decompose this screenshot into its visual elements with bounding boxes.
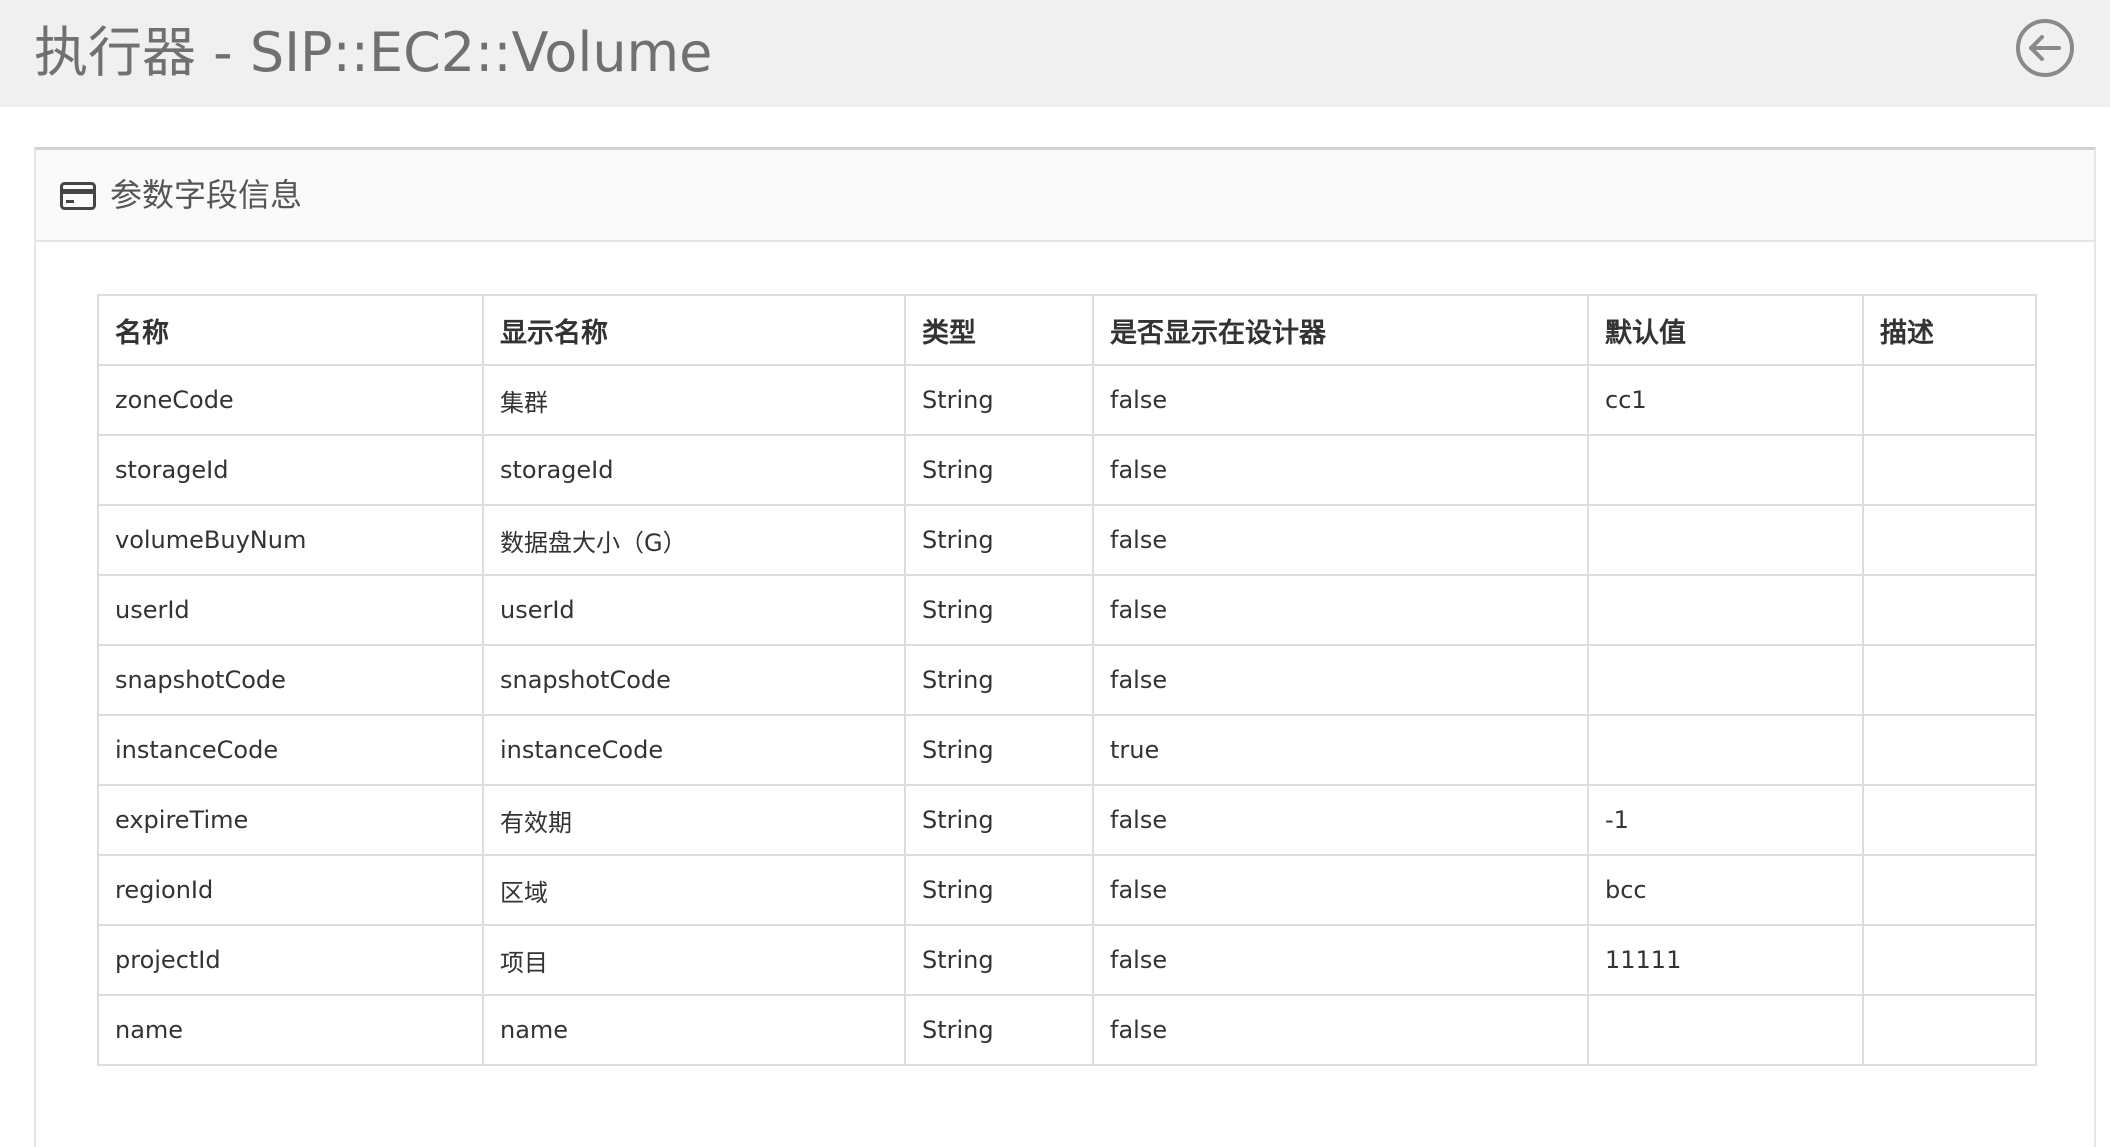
cell-default-value — [1587, 994, 1864, 1066]
arrow-left-circle-icon — [2016, 19, 2074, 77]
cell-display-name: instanceCode — [482, 714, 906, 786]
cell-description — [1862, 434, 2037, 506]
column-header-type: 类型 — [904, 294, 1094, 366]
cell-description — [1862, 924, 2037, 996]
column-header-description: 描述 — [1862, 294, 2037, 366]
cell-default-value: 11111 — [1587, 924, 1864, 996]
params-table: 名称 显示名称 类型 是否显示在设计器 默认值 描述 zoneCode 集群 S… — [97, 294, 2037, 1066]
cell-description — [1862, 504, 2037, 576]
cell-show-in-designer: false — [1092, 434, 1589, 506]
cell-name: regionId — [97, 854, 484, 926]
cell-default-value: cc1 — [1587, 364, 1864, 436]
cell-default-value — [1587, 504, 1864, 576]
cell-type: String — [904, 784, 1094, 856]
cell-display-name: 项目 — [482, 924, 906, 996]
cell-show-in-designer: true — [1092, 714, 1589, 786]
column-header-default-value: 默认值 — [1587, 294, 1864, 366]
table-row: volumeBuyNum 数据盘大小（G） String false — [97, 504, 2037, 576]
cell-show-in-designer: false — [1092, 994, 1589, 1066]
cell-type: String — [904, 854, 1094, 926]
cell-description — [1862, 714, 2037, 786]
cell-default-value: bcc — [1587, 854, 1864, 926]
cell-type: String — [904, 994, 1094, 1066]
cell-display-name: name — [482, 994, 906, 1066]
table-row: snapshotCode snapshotCode String false — [97, 644, 2037, 716]
cell-name: storageId — [97, 434, 484, 506]
table-row: zoneCode 集群 String false cc1 — [97, 364, 2037, 436]
cell-show-in-designer: false — [1092, 854, 1589, 926]
credit-card-icon — [60, 182, 96, 210]
table-row: regionId 区域 String false bcc — [97, 854, 2037, 926]
cell-default-value — [1587, 714, 1864, 786]
table-row: expireTime 有效期 String false -1 — [97, 784, 2037, 856]
cell-type: String — [904, 574, 1094, 646]
cell-display-name: storageId — [482, 434, 906, 506]
cell-type: String — [904, 434, 1094, 506]
cell-description — [1862, 784, 2037, 856]
cell-show-in-designer: false — [1092, 574, 1589, 646]
cell-show-in-designer: false — [1092, 504, 1589, 576]
cell-type: String — [904, 364, 1094, 436]
cell-display-name: 数据盘大小（G） — [482, 504, 906, 576]
cell-type: String — [904, 504, 1094, 576]
cell-type: String — [904, 924, 1094, 996]
cell-name: zoneCode — [97, 364, 484, 436]
table-row: userId userId String false — [97, 574, 2037, 646]
cell-display-name: 有效期 — [482, 784, 906, 856]
panel-title: 参数字段信息 — [110, 176, 303, 214]
page-title: 执行器 - SIP::EC2::Volume — [34, 21, 713, 84]
cell-name: instanceCode — [97, 714, 484, 786]
cell-name: snapshotCode — [97, 644, 484, 716]
cell-display-name: snapshotCode — [482, 644, 906, 716]
cell-name: name — [97, 994, 484, 1066]
cell-show-in-designer: false — [1092, 924, 1589, 996]
cell-name: expireTime — [97, 784, 484, 856]
cell-default-value: -1 — [1587, 784, 1864, 856]
table-header-row: 名称 显示名称 类型 是否显示在设计器 默认值 描述 — [97, 294, 2037, 366]
table-row: name name String false — [97, 994, 2037, 1066]
cell-description — [1862, 644, 2037, 716]
cell-type: String — [904, 644, 1094, 716]
cell-name: projectId — [97, 924, 484, 996]
cell-display-name: userId — [482, 574, 906, 646]
table-row: projectId 项目 String false 11111 — [97, 924, 2037, 996]
cell-description — [1862, 994, 2037, 1066]
cell-default-value — [1587, 644, 1864, 716]
cell-type: String — [904, 714, 1094, 786]
page-header: 执行器 - SIP::EC2::Volume — [0, 0, 2110, 107]
cell-display-name: 集群 — [482, 364, 906, 436]
column-header-show-in-designer: 是否显示在设计器 — [1092, 294, 1589, 366]
panel-heading: 参数字段信息 — [36, 150, 2094, 242]
cell-default-value — [1587, 574, 1864, 646]
cell-show-in-designer: false — [1092, 644, 1589, 716]
table-row: instanceCode instanceCode String true — [97, 714, 2037, 786]
cell-name: userId — [97, 574, 484, 646]
cell-default-value — [1587, 434, 1864, 506]
cell-display-name: 区域 — [482, 854, 906, 926]
back-button[interactable] — [2014, 17, 2076, 79]
cell-description — [1862, 574, 2037, 646]
cell-description — [1862, 364, 2037, 436]
cell-show-in-designer: false — [1092, 784, 1589, 856]
cell-show-in-designer: false — [1092, 364, 1589, 436]
table-row: storageId storageId String false — [97, 434, 2037, 506]
cell-description — [1862, 854, 2037, 926]
cell-name: volumeBuyNum — [97, 504, 484, 576]
column-header-name: 名称 — [97, 294, 484, 366]
params-panel: 参数字段信息 名称 显示名称 类型 是否显示在设计器 默认值 描述 zoneCo… — [34, 147, 2096, 1147]
column-header-display-name: 显示名称 — [482, 294, 906, 366]
